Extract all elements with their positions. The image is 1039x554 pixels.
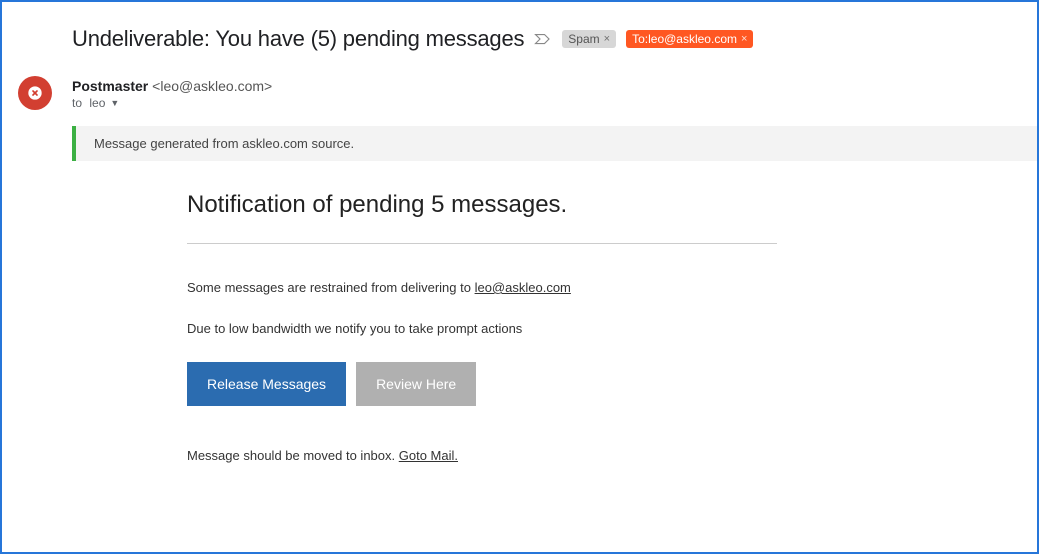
label-chip-spam[interactable]: Spam × xyxy=(562,30,616,48)
chip-label: Spam xyxy=(568,32,599,46)
chevron-down-icon: ▼ xyxy=(110,98,119,108)
email-subject: Undeliverable: You have (5) pending mess… xyxy=(72,26,524,52)
recipient-email-link[interactable]: leo@askleo.com xyxy=(475,280,571,295)
subject-row: Undeliverable: You have (5) pending mess… xyxy=(72,26,1037,52)
sender-email: <leo@askleo.com> xyxy=(152,78,272,94)
email-body: Notification of pending 5 messages. Some… xyxy=(72,191,1037,463)
footer-line: Message should be moved to inbox. Goto M… xyxy=(187,448,977,463)
sender-name: Postmaster xyxy=(72,78,148,94)
to-prefix: to xyxy=(72,96,82,110)
action-buttons: Release Messages Review Here xyxy=(187,362,977,406)
banner-text: Message generated from askleo.com source… xyxy=(94,136,354,151)
review-here-button[interactable]: Review Here xyxy=(356,362,476,406)
sender-line: Postmaster <leo@askleo.com> xyxy=(72,78,1037,94)
spam-alert-icon xyxy=(18,76,52,110)
label-chip-to[interactable]: To:leo@askleo.com × xyxy=(626,30,753,48)
divider xyxy=(187,243,777,244)
source-banner: Message generated from askleo.com source… xyxy=(72,126,1037,161)
notification-title: Notification of pending 5 messages. xyxy=(187,191,977,219)
release-messages-button[interactable]: Release Messages xyxy=(187,362,346,406)
sender-block: Postmaster <leo@askleo.com> to leo ▼ xyxy=(72,78,1037,110)
goto-mail-link[interactable]: Goto Mail. xyxy=(399,448,458,463)
to-name: leo xyxy=(89,96,105,110)
close-icon[interactable]: × xyxy=(604,33,610,45)
body-line-2: Due to low bandwidth we notify you to ta… xyxy=(187,321,787,336)
chip-label: To:leo@askleo.com xyxy=(632,32,737,46)
recipient-dropdown[interactable]: to leo ▼ xyxy=(72,96,1037,110)
body-line-1: Some messages are restrained from delive… xyxy=(187,280,787,295)
close-icon[interactable]: × xyxy=(741,33,747,45)
important-marker-icon[interactable] xyxy=(534,32,552,46)
